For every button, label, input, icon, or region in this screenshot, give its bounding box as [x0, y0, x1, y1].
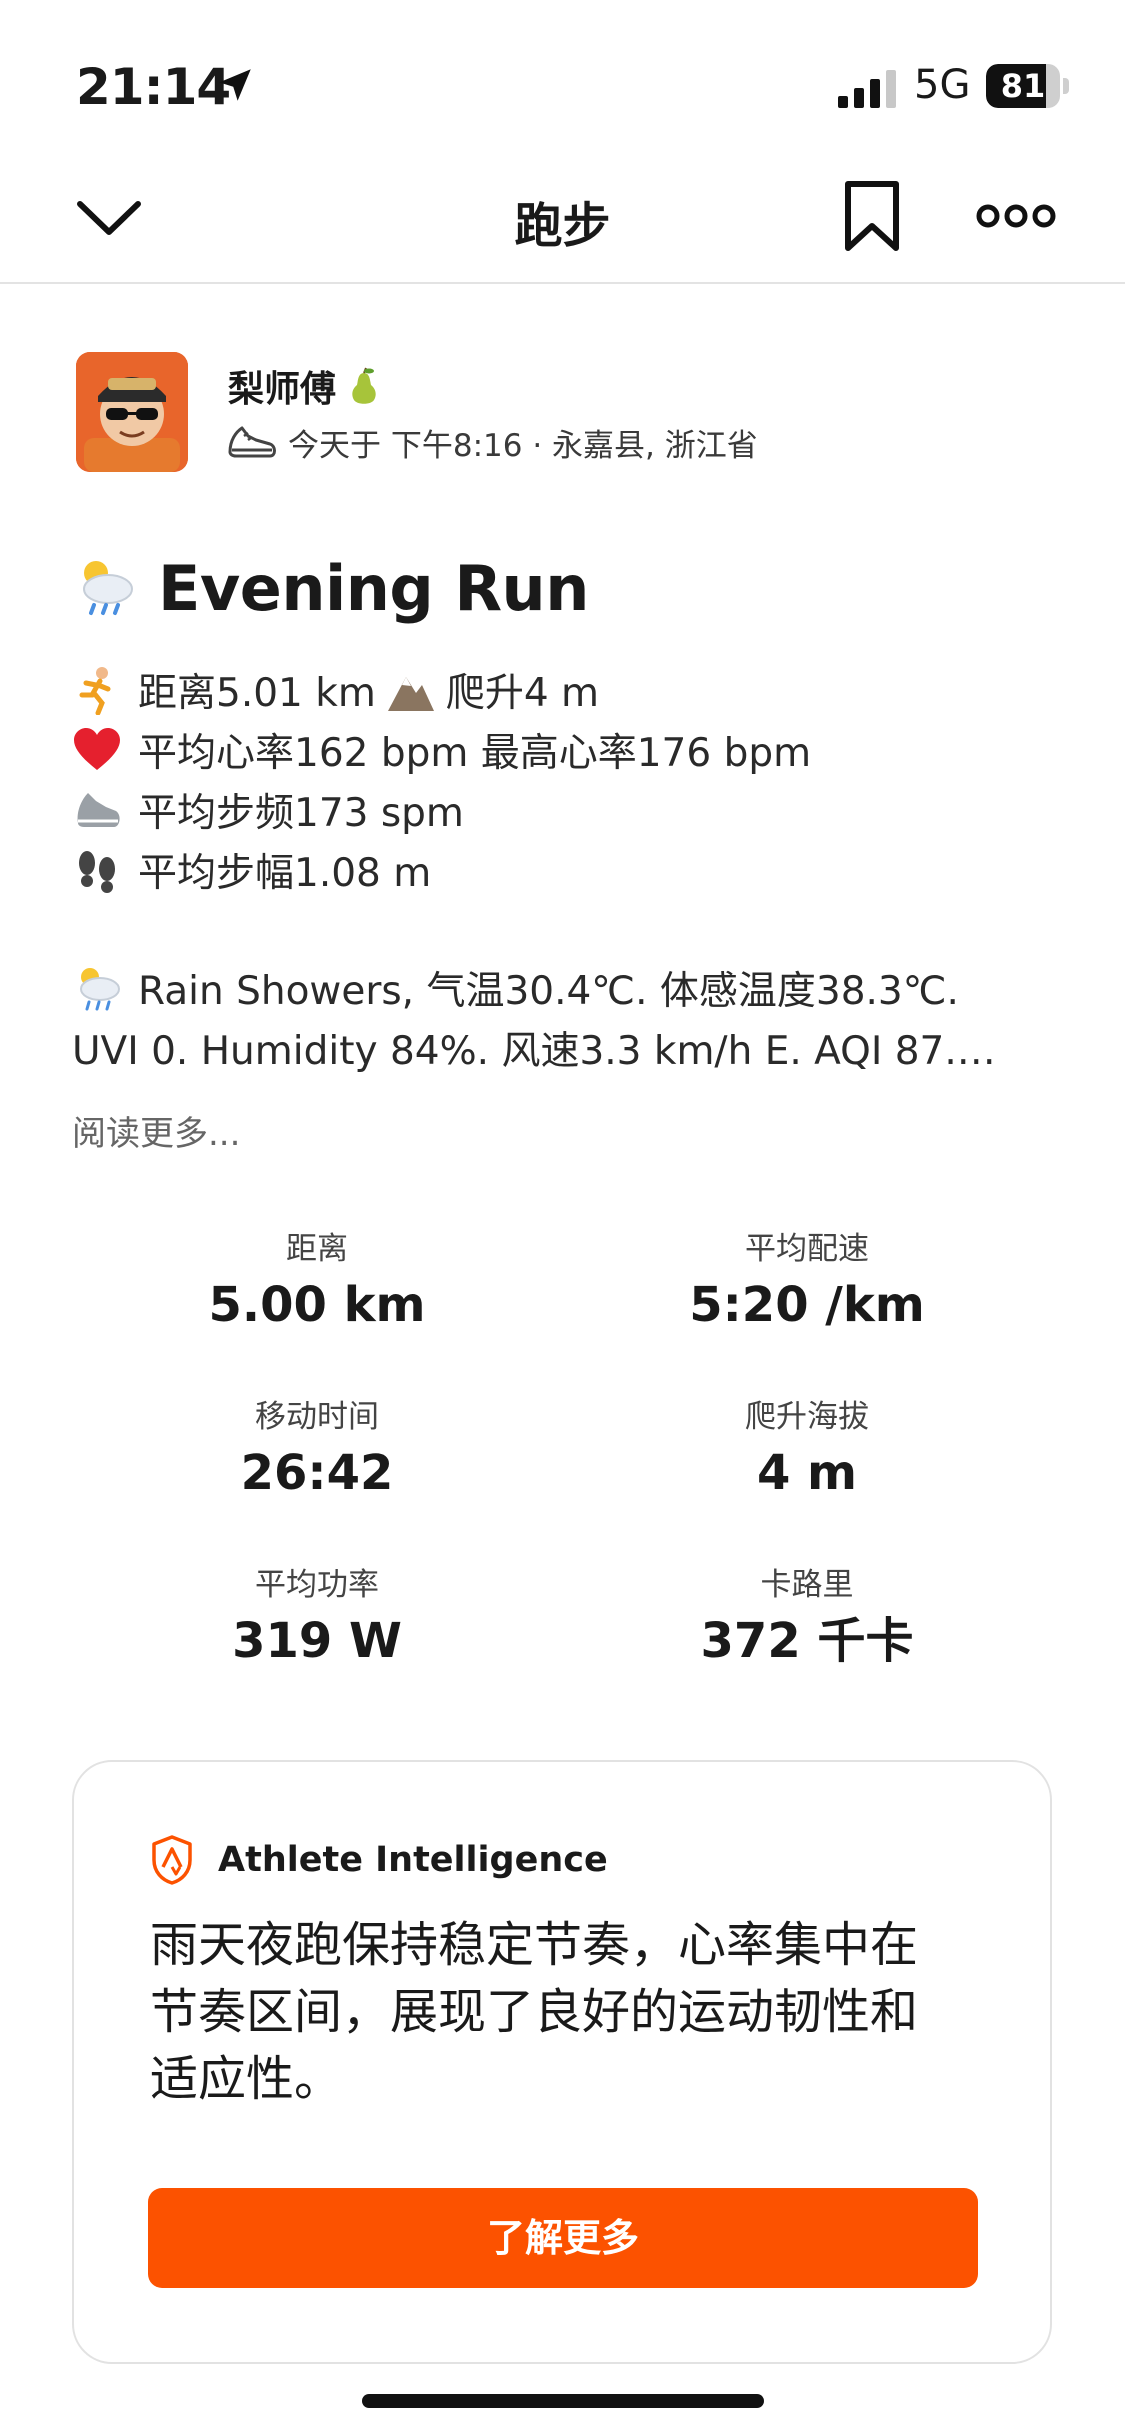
- status-bar: 21:14 5G 81: [0, 0, 1125, 150]
- stat-label: 卡路里: [760, 1567, 854, 1603]
- weather-line-2: UVI 0. Humidity 84%. 风速3.3 km/h E. AQI 8…: [72, 1018, 1072, 1078]
- ai-body-line: 适应性。: [150, 2051, 343, 2107]
- shoe-icon: [228, 426, 276, 458]
- sneaker-icon: [77, 793, 120, 827]
- location-arrow-icon: [219, 69, 251, 101]
- signal-icon: [838, 70, 896, 108]
- battery-level: 81: [1000, 67, 1046, 105]
- description-elevation-text: 爬升4 m: [445, 671, 600, 716]
- ai-card-body: 雨天夜跑保持稳定节奏，心率集中在 节奏区间，展现了良好的运动韧性和 适应性。: [150, 1912, 990, 2113]
- description-stride-text: 平均步幅1.08 m: [138, 851, 432, 896]
- ai-card-header: Athlete Intelligence: [150, 1834, 608, 1886]
- stat-label: 距离: [286, 1231, 348, 1267]
- activity-meta: 今天于 下午8:16 · 永嘉县, 浙江省: [226, 420, 758, 464]
- page-title: 跑步: [514, 198, 611, 254]
- stat-moving-time: 移动时间 26:42: [72, 1394, 562, 1506]
- home-indicator: [362, 2394, 764, 2408]
- weather-line-1: Rain Showers, 气温30.4℃. 体感温度38.3℃.: [72, 958, 1072, 1018]
- description-distance-text: 距离5.01 km: [138, 671, 376, 716]
- ai-body-line: 节奏区间，展现了良好的运动韧性和: [150, 1984, 919, 2040]
- stat-value: 319 W: [232, 1613, 402, 1669]
- read-more-link[interactable]: 阅读更多...: [72, 1106, 240, 1155]
- ai-body-line: 雨天夜跑保持稳定节奏，心率集中在: [150, 1917, 919, 1973]
- stat-value: 5:20 /km: [689, 1277, 925, 1333]
- stat-distance: 距离 5.00 km: [72, 1226, 562, 1338]
- description-line-cadence: 平均步频173 spm: [72, 780, 1072, 840]
- stat-elevation: 爬升海拔 4 m: [562, 1394, 1052, 1506]
- athlete-name-text: 梨师傅: [228, 369, 337, 410]
- stat-label: 平均配速: [745, 1231, 869, 1267]
- runner-icon: [79, 667, 111, 715]
- stat-label: 平均功率: [255, 1567, 379, 1603]
- athlete-name[interactable]: 梨师傅: [228, 360, 384, 412]
- network-type: 5G: [914, 62, 971, 108]
- stat-avg-pace: 平均配速 5:20 /km: [562, 1226, 1052, 1338]
- nav-bar: 跑步: [0, 150, 1125, 284]
- weather-text-1: Rain Showers, 气温30.4℃. 体感温度38.3℃.: [138, 969, 959, 1014]
- stat-label: 爬升海拔: [745, 1399, 869, 1435]
- stat-value: 372 千卡: [700, 1613, 914, 1669]
- description-line-stride: 平均步幅1.08 m: [72, 840, 1072, 900]
- description-cadence-text: 平均步频173 spm: [138, 791, 464, 836]
- battery-icon: 81: [986, 64, 1069, 108]
- weather-description: Rain Showers, 气温30.4℃. 体感温度38.3℃. UVI 0.…: [72, 958, 1072, 1078]
- footprints-icon: [79, 851, 115, 893]
- description-line-heartrate: 平均心率162 bpm 最高心率176 bpm: [72, 720, 1072, 780]
- athlete-intelligence-card: Athlete Intelligence 雨天夜跑保持稳定节奏，心率集中在 节奏…: [72, 1760, 1052, 2364]
- activity-meta-text: 今天于 下午8:16 · 永嘉县, 浙江省: [288, 427, 758, 464]
- mountain-icon: [387, 677, 434, 711]
- status-time: 21:14: [76, 58, 231, 116]
- strava-shield-icon: [152, 1835, 192, 1885]
- stat-value: 5.00 km: [208, 1277, 426, 1333]
- activity-title: Evening Run: [72, 548, 589, 628]
- stat-value: 4 m: [756, 1445, 858, 1501]
- bookmark-icon[interactable]: [842, 180, 902, 252]
- learn-more-button[interactable]: 了解更多: [148, 2188, 978, 2288]
- heart-icon: [74, 728, 120, 770]
- stat-label: 移动时间: [255, 1399, 379, 1435]
- stat-avg-power: 平均功率 319 W: [72, 1562, 562, 1674]
- activity-title-text: Evening Run: [158, 551, 589, 625]
- weather-text-2: UVI 0. Humidity 84%. 风速3.3 km/h E. AQI 8…: [72, 1029, 996, 1074]
- description-heartrate-text: 平均心率162 bpm 最高心率176 bpm: [138, 731, 812, 776]
- pear-icon: [352, 367, 376, 404]
- ai-card-title: Athlete Intelligence: [218, 1840, 608, 1880]
- rain-cloud-icon: [83, 561, 133, 615]
- stat-calories: 卡路里 372 千卡: [562, 1562, 1052, 1674]
- description-line-distance: 距离5.01 km 爬升4 m: [72, 660, 1072, 720]
- more-icon[interactable]: [976, 198, 1056, 234]
- rain-cloud-icon: [80, 968, 120, 1011]
- activity-description: 距离5.01 km 爬升4 m 平均心率162 bpm 最高心率176 bpm …: [72, 660, 1072, 900]
- stat-value: 26:42: [240, 1445, 394, 1501]
- avatar[interactable]: [76, 352, 188, 472]
